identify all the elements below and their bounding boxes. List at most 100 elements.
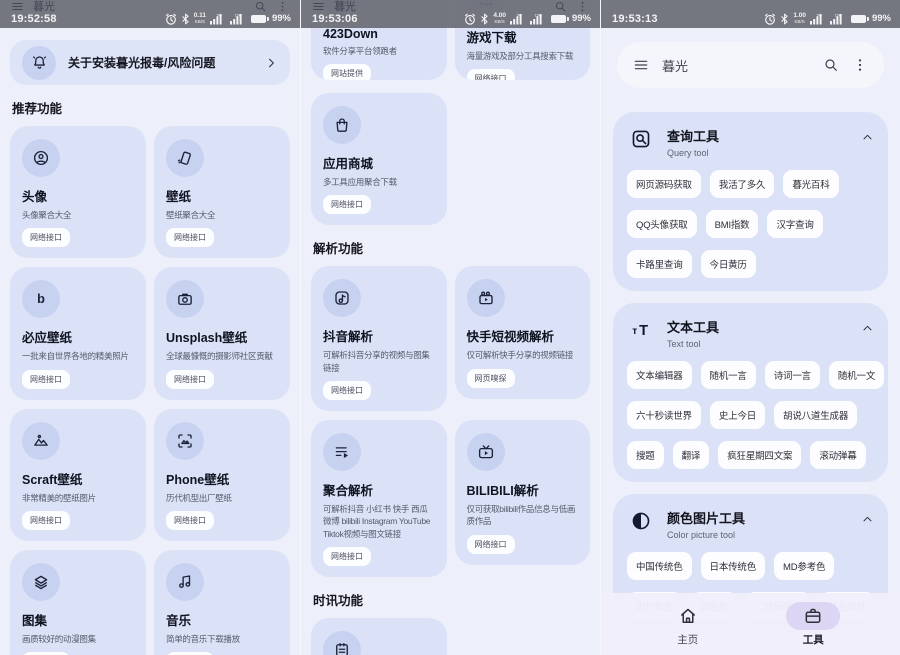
feature-card[interactable]: 壁纸壁纸聚合大全网络接口 (154, 126, 290, 258)
feature-subtitle: 非常精美的壁纸图片 (22, 492, 134, 504)
feature-tag-badge: 网络接口 (22, 511, 70, 530)
status-time: 19:52:58 (11, 13, 57, 25)
feature-icon-circle (323, 106, 361, 144)
battery-percent: 99% (272, 13, 291, 24)
tool-chip[interactable]: 网页源码获取 (627, 170, 701, 198)
tool-chip[interactable]: 史上今日 (710, 401, 765, 429)
more-button[interactable] (852, 57, 868, 73)
group-title: 颜色图片工具 (667, 508, 849, 527)
group-subtitle: Query tool (667, 148, 849, 158)
nav-item-home[interactable]: 主页 (625, 593, 751, 655)
more-button[interactable] (276, 0, 289, 13)
feature-card[interactable]: BILIBILI解析仅可获取bilibili作品信息与低画质作品网络接口 (455, 420, 591, 565)
collapse-button[interactable] (861, 513, 874, 526)
tool-chip[interactable]: BMI指数 (706, 210, 759, 238)
feature-card[interactable]: 聚合解析可解析抖音 小红书 快手 西瓜 微博 bilibili Instagra… (311, 420, 447, 577)
tool-chip[interactable]: 搜题 (627, 441, 664, 469)
network-speed: 1.00KB/S (793, 13, 806, 24)
tool-chip[interactable]: 中国传统色 (627, 552, 692, 580)
card-grid: 抖音解析可解析抖音分享的视频与图集链接网络接口快手短视频解析仅可解析快手分享的视… (311, 266, 590, 577)
tool-chip[interactable]: 日本传统色 (701, 552, 766, 580)
feature-tag-badge: 网站提供 (323, 64, 371, 80)
feature-subtitle: 壁纸聚合大全 (166, 209, 278, 221)
feature-subtitle: 可解析抖音 小红书 快手 西瓜 微博 bilibili Instagram Yo… (323, 503, 435, 540)
music-icon (176, 573, 194, 591)
tool-chip[interactable]: MD参考色 (774, 552, 834, 580)
feature-title: 快手短视频解析 (467, 326, 579, 345)
signal-bars-icon: 15G (529, 12, 546, 25)
tool-chip[interactable]: 诗词一言 (765, 361, 820, 389)
tool-chip[interactable]: 今日黄历 (701, 250, 756, 278)
text-icon: тT (630, 319, 652, 341)
feature-card[interactable]: 图集画质较好的动漫图集网络接口 (10, 550, 146, 655)
menu-button[interactable] (11, 0, 24, 13)
feature-icon-circle (166, 422, 204, 460)
tool-chip[interactable]: 暮光百科 (783, 170, 838, 198)
avatar-icon (32, 149, 50, 167)
tool-chip[interactable]: 翻译 (673, 441, 710, 469)
feature-icon-circle (166, 563, 204, 601)
feature-subtitle: 仅可获取bilibili作品信息与低画质作品 (467, 503, 579, 528)
feature-card[interactable]: 快手短视频解析仅可解析快手分享的视频链接网页嗅探 (455, 266, 591, 398)
battery-percent: 99% (572, 13, 591, 24)
feature-tag-badge: 网络接口 (22, 228, 70, 247)
feature-icon-circle (323, 279, 361, 317)
search-app-bar[interactable]: 暮光 (617, 42, 884, 88)
feature-icon-circle (166, 139, 204, 177)
feature-title: 头像 (22, 186, 134, 205)
notice-banner[interactable]: 关于安装暮光报毒/风险问题 (10, 40, 290, 85)
chevron-right-icon (264, 56, 278, 70)
feature-icon-circle: b (22, 280, 60, 318)
tool-chip[interactable]: 随机一文 (829, 361, 884, 389)
menu-button[interactable] (312, 0, 325, 13)
phone-screenshot-3: 暮光查询工具Query tool 网页源码获取我活了多久暮光百科 QQ头像获取 BMI… (600, 0, 900, 655)
feature-card[interactable]: b必应壁纸一批来自世界各地的精美照片网络接口 (10, 267, 146, 399)
chip-row: 网页源码获取我活了多久暮光百科 (627, 170, 874, 198)
chip-row: 搜题翻译疯狂星期四文案滚动弹幕 (627, 441, 874, 469)
kebab-icon (576, 0, 589, 13)
more-button[interactable] (576, 0, 589, 13)
tool-group-header[interactable]: тT文本工具Text tool (627, 317, 874, 349)
tool-chip[interactable]: 汉字查询 (767, 210, 822, 238)
tool-chip[interactable]: 滚动弹幕 (810, 441, 865, 469)
feature-card[interactable]: 聚合热榜知名新闻时讯平台榜单网络接口 (311, 618, 447, 655)
feature-card[interactable]: 音乐简单的音乐下载播放网络接口 (154, 550, 290, 655)
feature-subtitle: 软件分享平台领跑者 (323, 45, 435, 57)
feature-card[interactable]: Unsplash壁纸全球最慷慨的摄影师社区贡献网络接口 (154, 267, 290, 399)
search-button[interactable] (823, 57, 839, 73)
svg-text:T: T (639, 323, 648, 339)
tool-chip[interactable]: 疯狂星期四文案 (718, 441, 801, 469)
search-button[interactable] (554, 0, 567, 13)
nav-item-tools[interactable]: 工具 (751, 593, 877, 655)
tool-group-header[interactable]: 查询工具Query tool (627, 126, 874, 158)
collapse-button[interactable] (861, 131, 874, 144)
feature-title: 抖音解析 (323, 326, 435, 345)
tool-chip[interactable]: 卡路里查询 (627, 250, 692, 278)
hamburger-icon (11, 0, 24, 13)
tool-chip[interactable]: 随机一言 (701, 361, 756, 389)
feature-card[interactable]: Phone壁纸历代机型出厂壁纸网络接口 (154, 409, 290, 541)
chip-row: 六十秒读世界史上今日胡说八道生成器 (627, 401, 874, 429)
tool-chip[interactable]: 胡说八道生成器 (774, 401, 857, 429)
tool-chip[interactable]: 六十秒读世界 (627, 401, 701, 429)
feature-card[interactable]: Scraft壁纸非常精美的壁纸图片网络接口 (10, 409, 146, 541)
bluetooth-icon (180, 13, 191, 25)
section-title: 时讯功能 (313, 590, 588, 609)
network-speed: 4.00KB/S (493, 13, 506, 24)
chip-row: 中国传统色日本传统色 MD参考色 (627, 552, 874, 580)
feature-card[interactable]: 应用商城多工具应用聚合下载网络接口 (311, 93, 447, 225)
three-screenshot-strip: 关于安装暮光报毒/风险问题推荐功能头像头像聚合大全网络接口壁纸壁纸聚合大全网络接… (0, 0, 900, 655)
search-button[interactable] (254, 0, 267, 13)
feature-subtitle: 历代机型出厂壁纸 (166, 492, 278, 504)
feature-card[interactable]: 头像头像聚合大全网络接口 (10, 126, 146, 258)
tool-chip[interactable]: 我活了多久 (710, 170, 775, 198)
menu-button[interactable] (633, 57, 649, 73)
feature-tag-badge: 网页嗅探 (467, 369, 515, 388)
tool-group-header[interactable]: 颜色图片工具Color picture tool (627, 508, 874, 540)
collapse-button[interactable] (861, 322, 874, 335)
tool-chip[interactable]: QQ头像获取 (627, 210, 697, 238)
feature-card[interactable]: 抖音解析可解析抖音分享的视频与图集链接网络接口 (311, 266, 447, 411)
mountain-icon (32, 432, 50, 450)
chevron-up-icon (861, 322, 874, 335)
tool-chip[interactable]: 文本编辑器 (627, 361, 692, 389)
